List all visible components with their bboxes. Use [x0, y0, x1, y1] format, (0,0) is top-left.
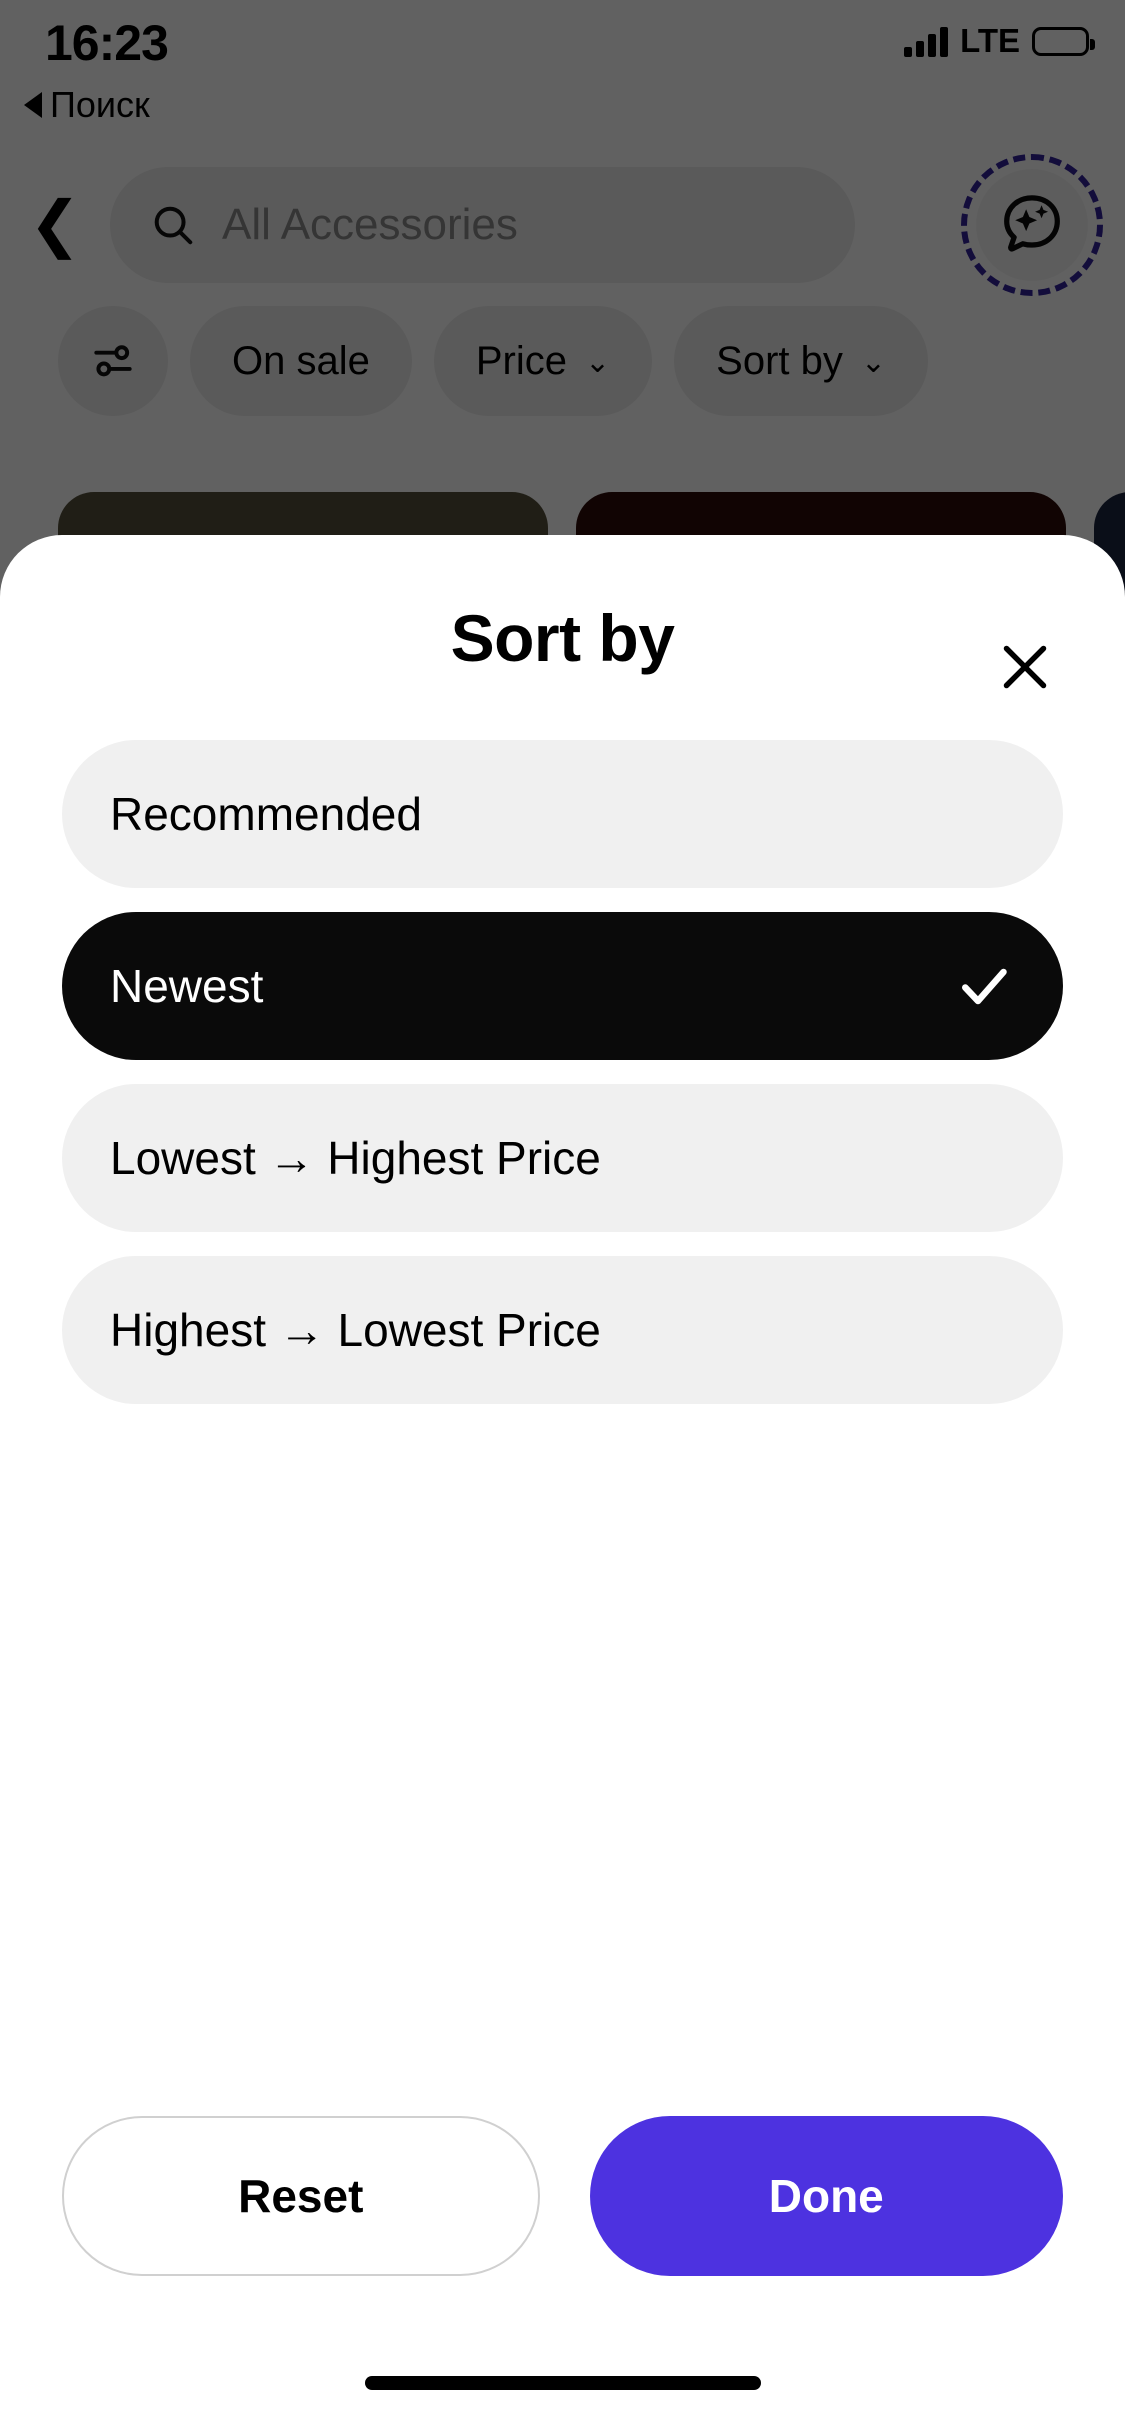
done-button[interactable]: Done: [589, 2116, 1063, 2276]
sort-option-highest-to-lowest-price[interactable]: Highest → Lowest Price: [62, 1256, 1063, 1404]
close-icon: [1003, 645, 1047, 689]
sheet-footer: Reset Done: [0, 2116, 1125, 2276]
sort-option-label: Lowest → Highest Price: [110, 1132, 601, 1184]
home-indicator: [364, 2376, 761, 2390]
close-button[interactable]: [987, 629, 1063, 705]
sort-option-newest[interactable]: Newest: [62, 912, 1063, 1060]
sort-option-lowest-to-highest-price[interactable]: Lowest → Highest Price: [62, 1084, 1063, 1232]
sort-options-list: Recommended Newest Lowest → Highest Pric…: [0, 740, 1125, 1404]
checkmark-icon: [953, 955, 1015, 1017]
page-title: Sort by: [450, 600, 675, 675]
sheet-header: Sort by: [0, 535, 1125, 740]
sort-option-label: Recommended: [110, 788, 422, 840]
reset-button[interactable]: Reset: [62, 2116, 540, 2276]
sort-by-bottom-sheet: Sort by Recommended Newest Lowest → High…: [0, 535, 1125, 2436]
phone-screen: 16:23 Поиск LTE ❮ All Accessories: [0, 0, 1125, 2436]
sort-option-label: Highest → Lowest Price: [110, 1304, 601, 1356]
sort-option-label: Newest: [110, 960, 264, 1012]
sort-option-recommended[interactable]: Recommended: [62, 740, 1063, 888]
